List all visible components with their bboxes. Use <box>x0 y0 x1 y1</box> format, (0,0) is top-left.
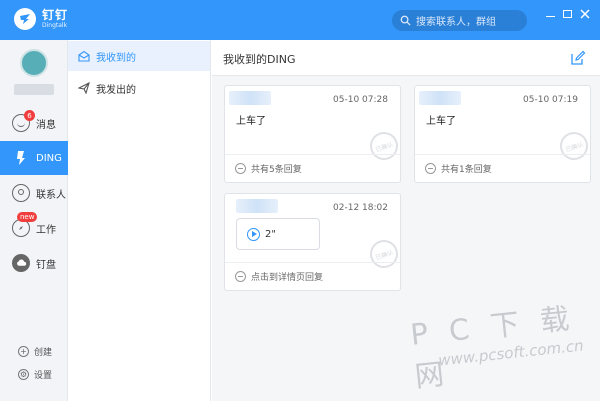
nav-item-label: 消息 <box>36 119 56 131</box>
nav-item-label: 工作 <box>36 224 56 236</box>
ding-card[interactable]: 05-10 07:19 上车了 已确认 共有1条回复 <box>414 85 592 183</box>
dingtalk-logo-icon <box>14 8 36 30</box>
sender-name-blurred <box>419 91 461 105</box>
settings-label: 设置 <box>34 371 53 381</box>
reply-detail-link[interactable]: 点击到详情页回复 <box>225 262 400 290</box>
nav-item-ding[interactable]: DING <box>0 141 68 175</box>
cloud-disk-icon <box>12 254 30 272</box>
main-header: 我收到的DING <box>212 40 600 76</box>
avatar[interactable] <box>20 49 48 77</box>
card-message: 上车了 <box>236 116 266 127</box>
reply-count-link[interactable]: 共有5条回复 <box>225 154 400 182</box>
app-name: 钉钉 <box>42 8 69 22</box>
unread-badge: 6 <box>24 110 35 121</box>
subnav-label: 我收到的 <box>96 52 136 64</box>
reply-icon <box>235 271 246 282</box>
compose-icon[interactable] <box>570 50 586 66</box>
subnav-item-received[interactable]: 我收到的 <box>68 41 210 71</box>
nav-item-label: 钉盘 <box>36 259 56 271</box>
app-logo: 钉钉 Dingtalk <box>14 8 68 30</box>
maximize-button[interactable] <box>560 7 574 21</box>
search-input[interactable]: 搜索联系人，群组 <box>392 10 527 31</box>
chat-smile-icon: 6 <box>12 110 35 132</box>
play-icon[interactable] <box>247 227 260 241</box>
nav-item-label: DING <box>36 152 62 164</box>
search-placeholder: 搜索联系人，群组 <box>416 17 496 28</box>
compass-icon: new <box>12 212 38 237</box>
gear-icon: ⚙ <box>18 369 29 380</box>
inbox-icon <box>78 50 90 62</box>
settings-button[interactable]: ⚙ 设置 <box>18 368 52 381</box>
voice-message[interactable]: 2" <box>236 218 320 250</box>
nav-item-work[interactable]: new 工作 <box>0 211 68 245</box>
reply-count-link[interactable]: 共有1条回复 <box>415 154 590 182</box>
nav-item-messages[interactable]: 6 消息 <box>0 106 68 140</box>
sender-name-blurred <box>236 199 278 213</box>
card-time: 05-10 07:28 <box>333 95 388 105</box>
app-name-en: Dingtalk <box>42 22 68 29</box>
card-time: 02-12 18:02 <box>333 203 388 213</box>
reply-count: 共有5条回复 <box>251 165 302 175</box>
card-time: 05-10 07:19 <box>523 95 578 105</box>
nav-item-drive[interactable]: 钉盘 <box>0 246 68 280</box>
plus-icon: + <box>18 346 29 357</box>
maximize-icon <box>562 10 572 18</box>
reply-icon <box>425 163 436 174</box>
nav-item-contacts[interactable]: 联系人 <box>0 176 68 210</box>
reply-hint: 点击到详情页回复 <box>251 273 324 283</box>
card-message: 上车了 <box>426 116 456 127</box>
minimize-button[interactable] <box>543 7 557 21</box>
create-button[interactable]: + 创建 <box>18 345 52 358</box>
send-icon <box>78 82 90 94</box>
close-button[interactable] <box>578 7 592 21</box>
reply-count: 共有1条回复 <box>441 165 492 175</box>
close-icon <box>580 9 590 19</box>
page-title: 我收到的DING <box>223 53 296 66</box>
ding-card[interactable]: 05-10 07:28 上车了 已确认 共有5条回复 <box>224 85 402 183</box>
main-nav: 6 消息 DING 联系人 new 工作 钉盘 + 创建 ⚙ 设置 <box>0 40 68 401</box>
new-badge: new <box>17 212 38 222</box>
create-label: 创建 <box>34 348 53 358</box>
reply-icon <box>235 163 246 174</box>
ding-icon <box>12 149 30 167</box>
search-icon <box>400 15 411 26</box>
ding-card[interactable]: 02-12 18:02 2" 已确认 点击到详情页回复 <box>224 193 402 291</box>
contacts-icon <box>12 184 30 202</box>
subnav-label: 我发出的 <box>96 84 136 96</box>
sender-name-blurred <box>229 91 271 105</box>
title-bar: 钉钉 Dingtalk 搜索联系人，群组 <box>0 0 600 40</box>
voice-duration: 2" <box>265 228 276 240</box>
nav-item-label: 联系人 <box>36 189 66 201</box>
subnav-item-sent[interactable]: 我发出的 <box>68 73 210 103</box>
ding-subnav: 我收到的 我发出的 <box>68 40 211 401</box>
minimize-icon <box>545 15 555 18</box>
user-name-blurred <box>14 84 54 95</box>
